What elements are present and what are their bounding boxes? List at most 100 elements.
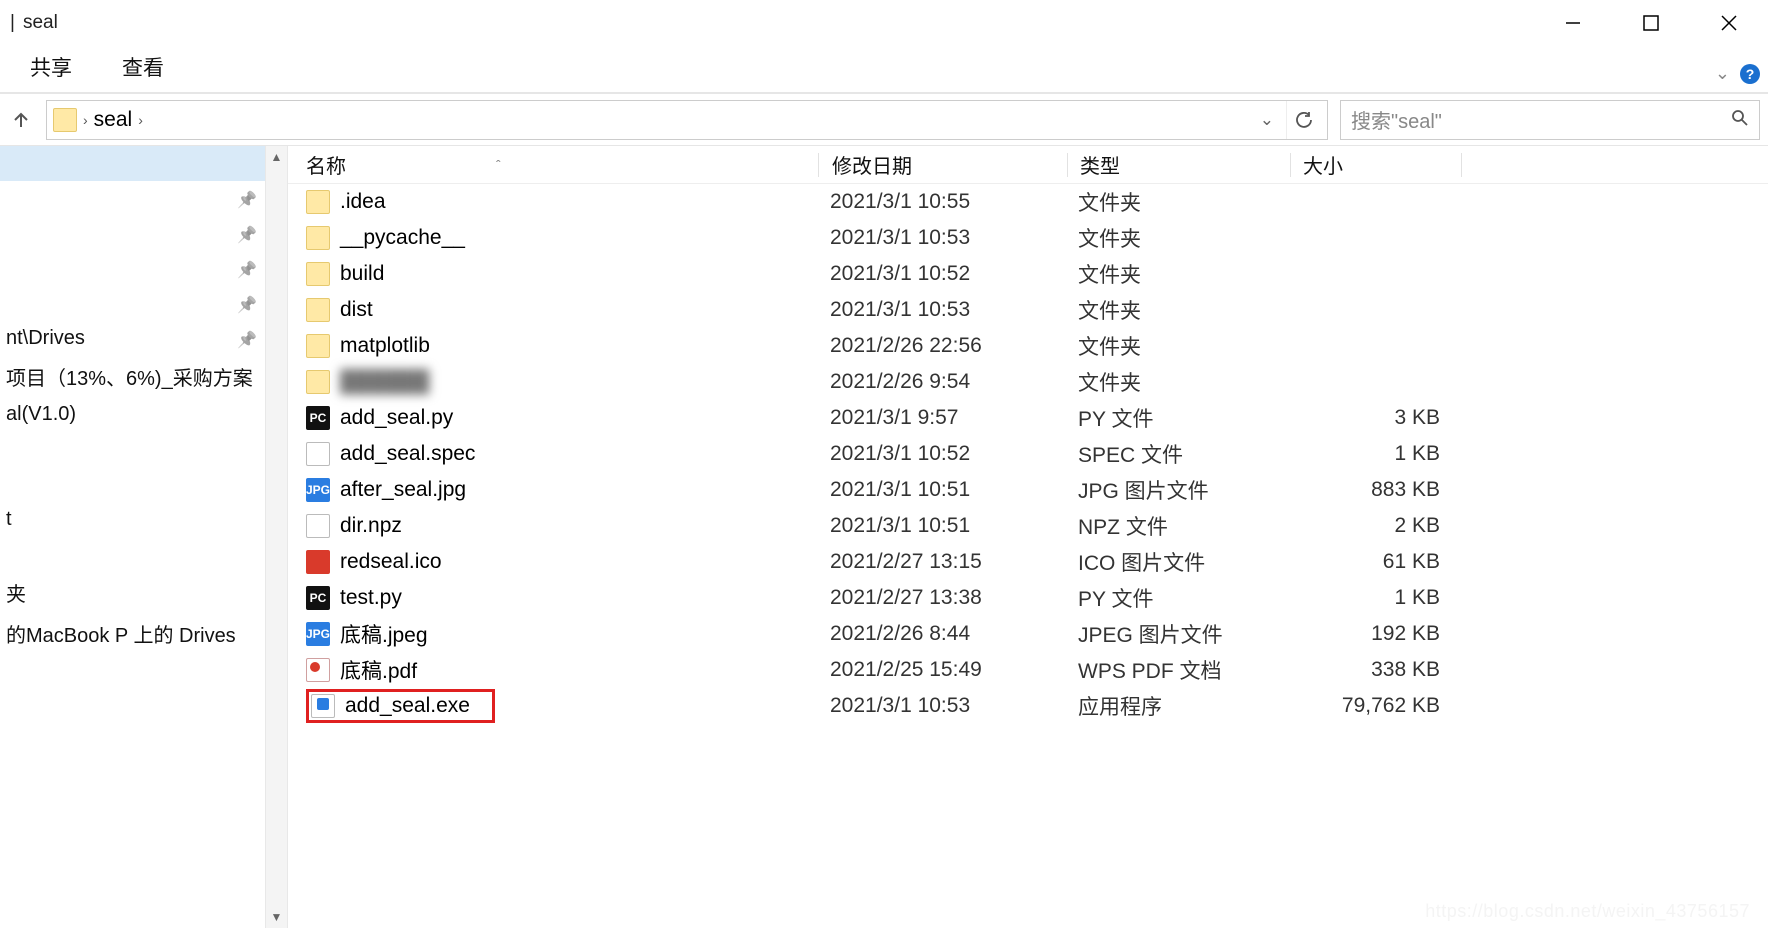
sidebar-item[interactable]: 夹	[0, 572, 265, 613]
blank-icon	[306, 442, 330, 466]
file-row[interactable]: JPGafter_seal.jpg2021/3/1 10:51JPG 图片文件8…	[288, 472, 1768, 508]
file-name: dist	[340, 298, 373, 322]
highlight-box: add_seal.exe	[306, 689, 495, 723]
sidebar-item[interactable]	[0, 146, 265, 181]
file-row[interactable]: matplotlib2021/2/26 22:56文件夹	[288, 328, 1768, 364]
title-left: | seal	[10, 12, 58, 34]
sidebar-item[interactable]: al(V1.0)	[0, 397, 265, 432]
sidebar-item-label	[6, 152, 12, 175]
file-row[interactable]: ██████2021/2/26 9:54文件夹	[288, 364, 1768, 400]
file-date: 2021/3/1 10:51	[818, 478, 1066, 502]
pin-icon: 📌	[237, 330, 255, 348]
file-date: 2021/2/27 13:15	[818, 550, 1066, 574]
sidebar-item[interactable]: 📌	[0, 181, 265, 216]
address-bar[interactable]: › seal › ⌄	[46, 100, 1328, 140]
file-row[interactable]: __pycache__2021/3/1 10:53文件夹	[288, 220, 1768, 256]
file-name: add_seal.spec	[340, 442, 475, 466]
sidebar-item[interactable]: 的MacBook P 上的 Drives	[0, 613, 265, 654]
file-name: 底稿.pdf	[340, 655, 417, 685]
file-type: 文件夹	[1066, 259, 1288, 289]
search-placeholder: 搜索"seal"	[1351, 105, 1723, 134]
file-size: 338 KB	[1288, 658, 1458, 682]
column-header-size[interactable]: 大小	[1291, 150, 1461, 179]
sidebar: 📌 📌 📌 📌nt\Drives📌项目（13%、6%)_采购方案al(V1.0)…	[0, 146, 288, 928]
file-row[interactable]: add_seal.spec2021/3/1 10:52SPEC 文件1 KB	[288, 436, 1768, 472]
breadcrumb-current[interactable]: seal	[94, 108, 133, 132]
sidebar-item[interactable]: 📌	[0, 216, 265, 251]
column-header-date[interactable]: 修改日期	[819, 150, 1067, 179]
file-row[interactable]: PCadd_seal.py2021/3/1 9:57PY 文件3 KB	[288, 400, 1768, 436]
file-size: 1 KB	[1288, 442, 1458, 466]
file-row[interactable]: dist2021/3/1 10:53文件夹	[288, 292, 1768, 328]
file-row[interactable]: build2021/3/1 10:52文件夹	[288, 256, 1768, 292]
help-icon[interactable]: ?	[1740, 64, 1760, 84]
sidebar-item-label	[6, 222, 12, 245]
close-button[interactable]	[1690, 0, 1768, 46]
jpg-icon: JPG	[306, 622, 330, 646]
folder-icon	[53, 108, 77, 132]
file-date: 2021/2/27 13:38	[818, 586, 1066, 610]
scroll-up-icon[interactable]: ▲	[266, 146, 287, 168]
scroll-down-icon[interactable]: ▼	[266, 906, 287, 928]
sidebar-item-label: 的MacBook P 上的 Drives	[6, 619, 236, 648]
file-name: add_seal.py	[340, 406, 453, 430]
file-type: 应用程序	[1066, 691, 1288, 721]
sidebar-item-label: 夹	[6, 578, 26, 607]
ico-icon	[306, 550, 330, 574]
file-date: 2021/2/26 22:56	[818, 334, 1066, 358]
address-history-chevron-icon[interactable]: ⌄	[1254, 110, 1280, 130]
ribbon-right: ⌄ ?	[1715, 63, 1760, 84]
folder-icon	[306, 226, 330, 250]
pdf-icon	[306, 658, 330, 682]
sort-indicator-icon: ˆ	[496, 157, 501, 173]
sidebar-item[interactable]	[0, 537, 265, 572]
file-type: PY 文件	[1066, 583, 1288, 613]
file-type: SPEC 文件	[1066, 439, 1288, 469]
sidebar-item[interactable]: nt\Drives📌	[0, 321, 265, 356]
folder-icon	[306, 298, 330, 322]
file-row[interactable]: 底稿.pdf2021/2/25 15:49WPS PDF 文档338 KB	[288, 652, 1768, 688]
sidebar-item-label	[6, 187, 12, 210]
maximize-button[interactable]	[1612, 0, 1690, 46]
file-date: 2021/3/1 10:55	[818, 190, 1066, 214]
file-type: NPZ 文件	[1066, 511, 1288, 541]
sidebar-item[interactable]	[0, 432, 265, 467]
py-icon: PC	[306, 586, 330, 610]
file-size: 883 KB	[1288, 478, 1458, 502]
file-type: PY 文件	[1066, 403, 1288, 433]
sidebar-item-label	[6, 543, 12, 566]
breadcrumb-separator: ›	[83, 112, 88, 128]
nav-up-button[interactable]	[8, 103, 34, 137]
file-row[interactable]: JPG底稿.jpeg2021/2/26 8:44JPEG 图片文件192 KB	[288, 616, 1768, 652]
tab-view[interactable]: 查看	[122, 52, 164, 92]
ribbon-expand-icon[interactable]: ⌄	[1715, 63, 1730, 84]
sidebar-item-label	[6, 473, 12, 496]
file-row[interactable]: add_seal.exe2021/3/1 10:53应用程序79,762 KB	[288, 688, 1768, 724]
sidebar-scrollbar[interactable]: ▲ ▼	[265, 146, 287, 928]
file-type: JPEG 图片文件	[1066, 619, 1288, 649]
pin-icon: 📌	[237, 260, 255, 278]
file-date: 2021/2/26 9:54	[818, 370, 1066, 394]
file-row[interactable]: .idea2021/3/1 10:55文件夹	[288, 184, 1768, 220]
sidebar-item[interactable]: 项目（13%、6%)_采购方案	[0, 356, 265, 397]
minimize-button[interactable]	[1534, 0, 1612, 46]
sidebar-item[interactable]: 📌	[0, 251, 265, 286]
breadcrumb-separator: ›	[138, 112, 143, 128]
file-row[interactable]: dir.npz2021/3/1 10:51NPZ 文件2 KB	[288, 508, 1768, 544]
file-row[interactable]: PCtest.py2021/2/27 13:38PY 文件1 KB	[288, 580, 1768, 616]
pin-icon: 📌	[237, 295, 255, 313]
sidebar-item-label: al(V1.0)	[6, 403, 76, 426]
sidebar-item[interactable]: t	[0, 502, 265, 537]
file-row[interactable]: redseal.ico2021/2/27 13:15ICO 图片文件61 KB	[288, 544, 1768, 580]
tab-share[interactable]: 共享	[30, 52, 72, 92]
file-date: 2021/3/1 10:51	[818, 514, 1066, 538]
search-input[interactable]: 搜索"seal"	[1340, 100, 1760, 140]
file-name: redseal.ico	[340, 550, 442, 574]
sidebar-item[interactable]	[0, 467, 265, 502]
sidebar-item[interactable]: 📌	[0, 286, 265, 321]
window-title: seal	[23, 12, 58, 34]
sidebar-item-label: t	[6, 508, 12, 531]
refresh-button[interactable]	[1286, 101, 1321, 139]
column-header-type[interactable]: 类型	[1068, 150, 1290, 179]
column-header-name[interactable]: 名称 ˆ	[288, 150, 818, 179]
